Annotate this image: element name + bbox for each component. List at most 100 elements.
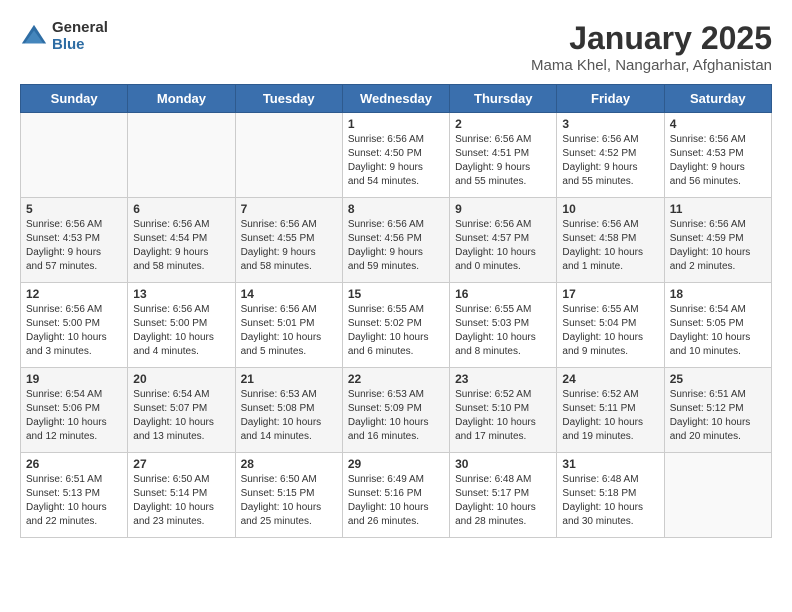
calendar-cell: 9 Sunrise: 6:56 AM Sunset: 4:57 PM Daylig… xyxy=(450,198,557,283)
week-row-3: 12 Sunrise: 6:56 AM Sunset: 5:00 PM Dayli… xyxy=(21,283,772,368)
calendar-cell: 28 Sunrise: 6:50 AM Sunset: 5:15 PM Dayli… xyxy=(235,453,342,538)
calendar-cell: 27Sunrise: 6:50 AM Sunset: 5:14 PM Dayli… xyxy=(128,453,235,538)
day-info: Sunrise: 6:56 AM Sunset: 4:56 PM Dayligh… xyxy=(348,218,444,274)
day-number: 18 xyxy=(670,287,766,301)
day-header-tuesday: Tuesday xyxy=(235,85,342,113)
day-info: Sunrise: 6:55 AM Sunset: 5:04 PM Dayligh… xyxy=(562,303,658,359)
day-number: 29 xyxy=(348,457,444,471)
day-info: Sunrise: 6:56 AM Sunset: 4:54 PM Dayligh… xyxy=(133,218,229,274)
day-info: Sunrise: 6:56 AM Sunset: 4:53 PM Dayligh… xyxy=(26,218,122,274)
day-number: 3 xyxy=(562,117,658,131)
calendar-cell xyxy=(664,453,771,538)
calendar-cell: 17 Sunrise: 6:55 AM Sunset: 5:04 PM Dayli… xyxy=(557,283,664,368)
day-info: Sunrise: 6:55 AM Sunset: 5:02 PM Dayligh… xyxy=(348,303,444,359)
title-block: January 2025 Mama Khel, Nangarhar, Afgha… xyxy=(531,20,772,74)
day-info: Sunrise: 6:56 AM Sunset: 4:59 PM Dayligh… xyxy=(670,218,766,274)
day-info: Sunrise: 6:56 AM Sunset: 4:53 PM Dayligh… xyxy=(670,133,766,189)
day-number: 5 xyxy=(26,202,122,216)
day-info: Sunrise: 6:49 AM Sunset: 5:16 PM Dayligh… xyxy=(348,473,444,529)
day-number: 12 xyxy=(26,287,122,301)
day-number: 16 xyxy=(455,287,551,301)
day-info: Sunrise: 6:56 AM Sunset: 4:52 PM Dayligh… xyxy=(562,133,658,189)
day-info: Sunrise: 6:56 AM Sunset: 5:00 PM Dayligh… xyxy=(26,303,122,359)
day-number: 31 xyxy=(562,457,658,471)
day-info: Sunrise: 6:56 AM Sunset: 5:00 PM Dayligh… xyxy=(133,303,229,359)
week-row-4: 19 Sunrise: 6:54 AM Sunset: 5:06 PM Dayli… xyxy=(21,368,772,453)
calendar-cell: 5 Sunrise: 6:56 AM Sunset: 4:53 PM Daylig… xyxy=(21,198,128,283)
calendar-cell: 4 Sunrise: 6:56 AM Sunset: 4:53 PM Daylig… xyxy=(664,113,771,198)
day-info: Sunrise: 6:56 AM Sunset: 4:55 PM Dayligh… xyxy=(241,218,337,274)
day-number: 22 xyxy=(348,372,444,386)
day-number: 15 xyxy=(348,287,444,301)
calendar-cell: 1Sunrise: 6:56 AM Sunset: 4:50 PM Daylig… xyxy=(342,113,449,198)
day-info: Sunrise: 6:48 AM Sunset: 5:17 PM Dayligh… xyxy=(455,473,551,529)
day-number: 27 xyxy=(133,457,229,471)
day-info: Sunrise: 6:56 AM Sunset: 4:50 PM Dayligh… xyxy=(348,133,444,189)
day-number: 2 xyxy=(455,117,551,131)
day-info: Sunrise: 6:54 AM Sunset: 5:07 PM Dayligh… xyxy=(133,388,229,444)
day-number: 4 xyxy=(670,117,766,131)
day-info: Sunrise: 6:56 AM Sunset: 4:51 PM Dayligh… xyxy=(455,133,551,189)
day-number: 14 xyxy=(241,287,337,301)
day-number: 17 xyxy=(562,287,658,301)
page-header: General Blue January 2025 Mama Khel, Nan… xyxy=(20,20,772,74)
calendar-cell: 6 Sunrise: 6:56 AM Sunset: 4:54 PM Daylig… xyxy=(128,198,235,283)
day-number: 28 xyxy=(241,457,337,471)
day-number: 21 xyxy=(241,372,337,386)
day-number: 26 xyxy=(26,457,122,471)
day-info: Sunrise: 6:53 AM Sunset: 5:09 PM Dayligh… xyxy=(348,388,444,444)
calendar-cell: 30 Sunrise: 6:48 AM Sunset: 5:17 PM Dayli… xyxy=(450,453,557,538)
day-number: 20 xyxy=(133,372,229,386)
day-number: 11 xyxy=(670,202,766,216)
day-number: 9 xyxy=(455,202,551,216)
calendar-cell: 29 Sunrise: 6:49 AM Sunset: 5:16 PM Dayli… xyxy=(342,453,449,538)
calendar-title: January 2025 xyxy=(531,20,772,57)
day-info: Sunrise: 6:50 AM Sunset: 5:15 PM Dayligh… xyxy=(241,473,337,529)
logo-text: General Blue xyxy=(52,20,108,53)
day-info: Sunrise: 6:52 AM Sunset: 5:11 PM Dayligh… xyxy=(562,388,658,444)
day-number: 6 xyxy=(133,202,229,216)
day-number: 7 xyxy=(241,202,337,216)
calendar-subtitle: Mama Khel, Nangarhar, Afghanistan xyxy=(531,57,772,74)
calendar-cell: 25 Sunrise: 6:51 AM Sunset: 5:12 PM Dayli… xyxy=(664,368,771,453)
day-header-friday: Friday xyxy=(557,85,664,113)
calendar-cell: 12 Sunrise: 6:56 AM Sunset: 5:00 PM Dayli… xyxy=(21,283,128,368)
calendar-cell: 31 Sunrise: 6:48 AM Sunset: 5:18 PM Dayli… xyxy=(557,453,664,538)
day-info: Sunrise: 6:54 AM Sunset: 5:06 PM Dayligh… xyxy=(26,388,122,444)
calendar-cell xyxy=(235,113,342,198)
day-header-monday: Monday xyxy=(128,85,235,113)
calendar-cell: 13 Sunrise: 6:56 AM Sunset: 5:00 PM Dayli… xyxy=(128,283,235,368)
day-number: 13 xyxy=(133,287,229,301)
day-number: 8 xyxy=(348,202,444,216)
calendar-cell: 23 Sunrise: 6:52 AM Sunset: 5:10 PM Dayli… xyxy=(450,368,557,453)
calendar-cell xyxy=(21,113,128,198)
day-info: Sunrise: 6:53 AM Sunset: 5:08 PM Dayligh… xyxy=(241,388,337,444)
logo-general-text: General xyxy=(52,20,108,37)
calendar-cell: 2 Sunrise: 6:56 AM Sunset: 4:51 PM Daylig… xyxy=(450,113,557,198)
day-number: 30 xyxy=(455,457,551,471)
calendar-cell: 21 Sunrise: 6:53 AM Sunset: 5:08 PM Dayli… xyxy=(235,368,342,453)
day-info: Sunrise: 6:51 AM Sunset: 5:13 PM Dayligh… xyxy=(26,473,122,529)
calendar-cell: 8 Sunrise: 6:56 AM Sunset: 4:56 PM Daylig… xyxy=(342,198,449,283)
day-header-saturday: Saturday xyxy=(664,85,771,113)
calendar-cell: 11 Sunrise: 6:56 AM Sunset: 4:59 PM Dayli… xyxy=(664,198,771,283)
calendar-cell: 22 Sunrise: 6:53 AM Sunset: 5:09 PM Dayli… xyxy=(342,368,449,453)
day-number: 23 xyxy=(455,372,551,386)
week-row-2: 5 Sunrise: 6:56 AM Sunset: 4:53 PM Daylig… xyxy=(21,198,772,283)
day-info: Sunrise: 6:54 AM Sunset: 5:05 PM Dayligh… xyxy=(670,303,766,359)
calendar-cell: 19 Sunrise: 6:54 AM Sunset: 5:06 PM Dayli… xyxy=(21,368,128,453)
day-header-thursday: Thursday xyxy=(450,85,557,113)
day-number: 19 xyxy=(26,372,122,386)
calendar-table: SundayMondayTuesdayWednesdayThursdayFrid… xyxy=(20,84,772,538)
calendar-cell: 24 Sunrise: 6:52 AM Sunset: 5:11 PM Dayli… xyxy=(557,368,664,453)
day-number: 25 xyxy=(670,372,766,386)
day-info: Sunrise: 6:56 AM Sunset: 5:01 PM Dayligh… xyxy=(241,303,337,359)
week-row-5: 26 Sunrise: 6:51 AM Sunset: 5:13 PM Dayli… xyxy=(21,453,772,538)
day-info: Sunrise: 6:56 AM Sunset: 4:57 PM Dayligh… xyxy=(455,218,551,274)
day-info: Sunrise: 6:48 AM Sunset: 5:18 PM Dayligh… xyxy=(562,473,658,529)
calendar-cell: 14 Sunrise: 6:56 AM Sunset: 5:01 PM Dayli… xyxy=(235,283,342,368)
day-info: Sunrise: 6:51 AM Sunset: 5:12 PM Dayligh… xyxy=(670,388,766,444)
day-info: Sunrise: 6:52 AM Sunset: 5:10 PM Dayligh… xyxy=(455,388,551,444)
day-number: 24 xyxy=(562,372,658,386)
day-info: Sunrise: 6:56 AM Sunset: 4:58 PM Dayligh… xyxy=(562,218,658,274)
